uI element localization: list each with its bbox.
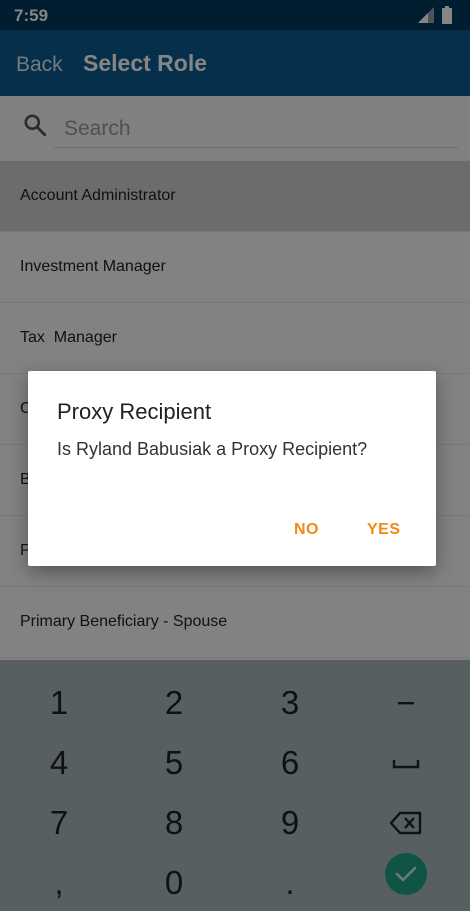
dialog-title: Proxy Recipient: [57, 399, 212, 424]
yes-button[interactable]: YES: [367, 521, 401, 539]
dialog-message: Is Ryland Babusiak a Proxy Recipient?: [57, 439, 368, 459]
phone-screen: 7:59 Back Select Role Account Administra…: [0, 0, 470, 911]
proxy-recipient-dialog: Proxy Recipient Is Ryland Babusiak a Pro…: [28, 371, 436, 566]
no-button[interactable]: NO: [294, 521, 319, 539]
